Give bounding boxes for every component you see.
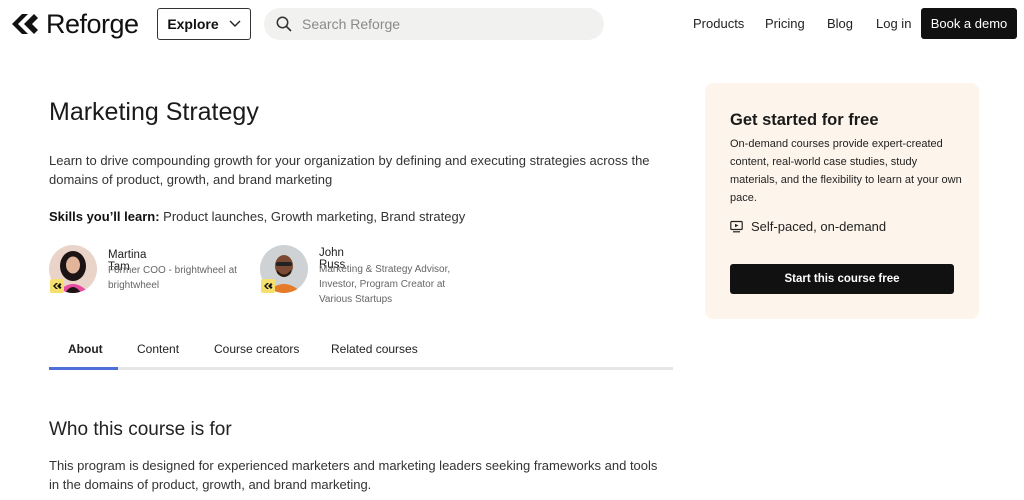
reforge-badge [50, 279, 64, 293]
tab-content[interactable]: Content [137, 342, 179, 356]
skills-list: Product launches, Growth marketing, Bran… [159, 209, 466, 224]
search-bar[interactable] [264, 8, 604, 40]
top-nav: Reforge Explore Products Pricing Blog Lo… [0, 0, 1024, 48]
explore-button[interactable]: Explore [157, 8, 251, 40]
nav-products[interactable]: Products [693, 16, 744, 31]
reforge-badge-icon [264, 283, 273, 289]
creator-role: Marketing & Strategy Advisor, Investor, … [319, 264, 451, 305]
logo-text: Reforge [46, 9, 139, 39]
monitor-play-icon [730, 220, 743, 233]
card-feature-label: Self-paced, on-demand [751, 219, 887, 234]
chevron-down-icon [229, 20, 241, 27]
course-tabs: About Content Course creators Related co… [49, 340, 673, 370]
skills-line: Skills you’ll learn: Product launches, G… [49, 209, 465, 224]
reforge-logo-icon [12, 14, 38, 34]
card-feature: Self-paced, on-demand [730, 219, 886, 234]
book-demo-button[interactable]: Book a demo [921, 8, 1017, 39]
start-course-button[interactable]: Start this course free [730, 264, 954, 294]
explore-label: Explore [167, 16, 219, 32]
tab-about[interactable]: About [68, 342, 103, 356]
section-text: This program is designed for experienced… [49, 458, 658, 492]
card-title: Get started for free [730, 111, 879, 129]
nav-pricing[interactable]: Pricing [765, 16, 805, 31]
page-title: Marketing Strategy [49, 98, 259, 126]
get-started-card: Get started for free On-demand courses p… [705, 83, 979, 319]
card-text: On-demand courses provide expert-created… [730, 138, 962, 204]
search-icon [276, 16, 292, 32]
reforge-badge [261, 279, 275, 293]
reforge-logo[interactable]: Reforge [10, 9, 139, 39]
nav-log-in[interactable]: Log in [876, 16, 911, 31]
search-input[interactable] [302, 16, 582, 32]
active-tab-indicator [49, 367, 118, 370]
nav-blog[interactable]: Blog [827, 16, 853, 31]
creator-role: Former COO - brightwheel at brightwheel [108, 265, 237, 291]
skills-label: Skills you’ll learn: [49, 209, 160, 224]
section-title: Who this course is for [49, 419, 232, 440]
tab-course-creators[interactable]: Course creators [214, 342, 299, 356]
tab-related-courses[interactable]: Related courses [331, 342, 418, 356]
course-description: Learn to drive compounding growth for yo… [49, 153, 650, 187]
reforge-badge-icon [53, 283, 62, 289]
